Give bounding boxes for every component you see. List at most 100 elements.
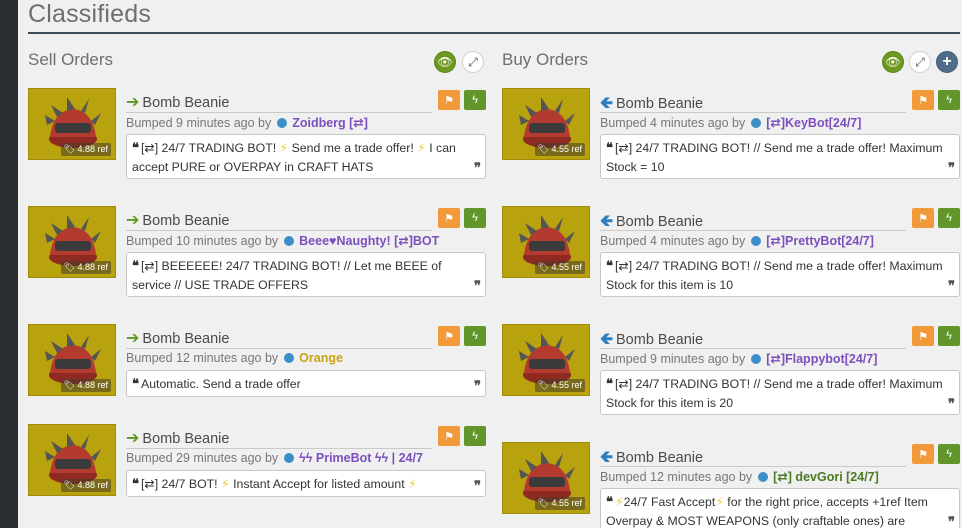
item-name-text: Bomb Beanie [142,95,230,111]
listing-item: 🏷 4.55 ref 🡸 Bomb Beanie ⚑ ϟ Bumped 12 minute… [502,442,962,528]
quote-icon: ❞ [948,161,955,176]
arrow-left-icon: 🡸 [600,95,613,112]
listing-message: ❝ [⇄] 24/7 TRADING BOT! // Send me a trad… [600,370,960,415]
lightning-icon: ⚡ [279,141,289,155]
item-thumbnail[interactable]: 🏷 4.88 ref [28,88,116,160]
tag-icon: 🏷 [63,262,75,272]
toggle-visibility-button[interactable]: 👁 [434,51,456,73]
flag-icon: ⚑ [444,430,454,443]
item-thumbnail[interactable]: 🏷 4.55 ref [502,442,590,514]
online-status-icon [276,118,287,128]
tag-icon: 🏷 [63,380,75,390]
eye-icon: 👁 [885,55,901,69]
price-badge: 🏷 4.55 ref [534,497,585,510]
listing-item: 🏷 4.88 ref ➔ Bomb Beanie ⚑ ϟ Bumped 12 minute… [28,324,488,420]
lightning-icon: ϟ [946,330,952,342]
trade-button[interactable]: ϟ [938,444,960,464]
add-buy-order-button[interactable]: + [936,51,958,73]
item-name-text: Bomb Beanie [616,450,704,466]
bumped-text: Bumped 9 minutes ago by [126,116,272,130]
lightning-icon: ϟ [472,212,478,224]
arrow-right-icon: ➔ [126,430,140,447]
report-button[interactable]: ⚑ [438,426,460,446]
item-name-text: Bomb Beanie [142,431,230,447]
expand-sell-button[interactable]: ⤢ [462,51,484,73]
quote-icon: ❞ [948,279,955,294]
user-link[interactable]: Beee♥Naughty! [⇄]BOT [299,234,439,248]
price-text: 4.55 ref [551,262,582,272]
item-name[interactable]: ➔ Bomb Beanie [126,92,229,112]
item-name[interactable]: ➔ Bomb Beanie [126,328,229,348]
user-link[interactable]: [⇄] devGori [24/7] [773,470,879,484]
message-text: [⇄] 24/7 TRADING BOT! // Send me a trade… [606,259,943,292]
trade-button[interactable]: ϟ [938,90,960,110]
trade-button[interactable]: ϟ [938,208,960,228]
bumped-info: Bumped 12 minutes ago by [⇄] devGori [24… [600,469,879,484]
bumped-info: Bumped 4 minutes ago by [⇄]KeyBot[24/7] [600,115,861,130]
report-button[interactable]: ⚑ [912,90,934,110]
arrow-left-icon: 🡸 [600,449,613,466]
trade-button[interactable]: ϟ [464,326,486,346]
flag-icon: ⚑ [918,94,928,107]
listing-item: 🏷 4.55 ref 🡸 Bomb Beanie ⚑ ϟ Bumped 4 minutes… [502,88,962,184]
user-link[interactable]: Zoidberg [⇄] [292,116,368,130]
report-button[interactable]: ⚑ [438,326,460,346]
item-name[interactable]: ➔ Bomb Beanie [126,210,229,230]
user-link[interactable]: [⇄]KeyBot[24/7] [766,116,861,130]
item-name-text: Bomb Beanie [142,331,230,347]
divider [126,112,432,113]
listing-message: ❝ [⇄] BEEEEEE! 24/7 TRADING BOT! // Let m… [126,252,486,297]
price-badge: 🏷 4.55 ref [534,261,585,274]
trade-button[interactable]: ϟ [464,90,486,110]
price-text: 4.88 ref [77,262,108,272]
bumped-text: Bumped 12 minutes ago by [600,470,753,484]
flag-icon: ⚑ [444,94,454,107]
message-text: [⇄] 24/7 TRADING BOT! // Send me a trade… [606,141,943,174]
expand-buy-button[interactable]: ⤢ [909,51,931,73]
user-link[interactable]: ϟϟ PrimeBot ϟϟ | 24/7 [299,451,423,465]
online-status-icon [750,354,761,364]
report-button[interactable]: ⚑ [912,444,934,464]
quote-icon: ❞ [474,379,481,394]
trade-button[interactable]: ϟ [938,326,960,346]
item-thumbnail[interactable]: 🏷 4.88 ref [28,206,116,278]
trade-button[interactable]: ϟ [464,426,486,446]
user-link[interactable]: [⇄]Flappybot[24/7] [766,352,877,366]
message-text: [⇄] 24/7 BOT! [141,477,222,491]
item-name[interactable]: ➔ Bomb Beanie [126,428,229,448]
eye-icon: 👁 [437,55,453,69]
toggle-visibility-button[interactable]: 👁 [882,51,904,73]
item-thumbnail[interactable]: 🏷 4.88 ref [28,424,116,496]
report-button[interactable]: ⚑ [912,208,934,228]
trade-button[interactable]: ϟ [464,208,486,228]
price-badge: 🏷 4.88 ref [60,379,111,392]
item-thumbnail[interactable]: 🏷 4.55 ref [502,88,590,160]
user-link[interactable]: Orange [299,351,343,365]
bumped-info: Bumped 9 minutes ago by Zoidberg [⇄] [126,115,368,130]
lightning-icon: ϟ [946,448,952,460]
item-thumbnail[interactable]: 🏷 4.88 ref [28,324,116,396]
lightning-icon: ϟ [946,212,952,224]
report-button[interactable]: ⚑ [438,90,460,110]
report-button[interactable]: ⚑ [912,326,934,346]
price-badge: 🏷 4.88 ref [60,143,111,156]
item-thumbnail[interactable]: 🏷 4.55 ref [502,206,590,278]
online-status-icon [757,472,768,482]
arrow-right-icon: ➔ [126,94,140,111]
expand-icon: ⤢ [915,54,925,69]
user-link[interactable]: [⇄]PrettyBot[24/7] [766,234,874,248]
quote-icon: ❝ [132,377,139,392]
bumped-text: Bumped 4 minutes ago by [600,116,746,130]
price-text: 4.88 ref [77,480,108,490]
tag-icon: 🏷 [63,144,75,154]
item-thumbnail[interactable]: 🏷 4.55 ref [502,324,590,396]
bumped-text: Bumped 4 minutes ago by [600,234,746,248]
classifieds-panel: Classifieds Sell Orders 👁 ⤢ 🏷 4.88 ref ➔ B… [18,0,962,528]
message-text: [⇄] 24/7 TRADING BOT! // Send me a trade… [606,377,943,410]
message-text: 24/7 Fast Accept [623,495,716,509]
listing-message: ❝ [⇄] 24/7 TRADING BOT! ⚡ Send me a trade… [126,134,486,179]
listing-item: 🏷 4.88 ref ➔ Bomb Beanie ⚑ ϟ Bumped 29 minute… [28,424,488,520]
report-button[interactable]: ⚑ [438,208,460,228]
price-text: 4.55 ref [551,144,582,154]
lightning-icon: ⚡ [417,141,426,155]
